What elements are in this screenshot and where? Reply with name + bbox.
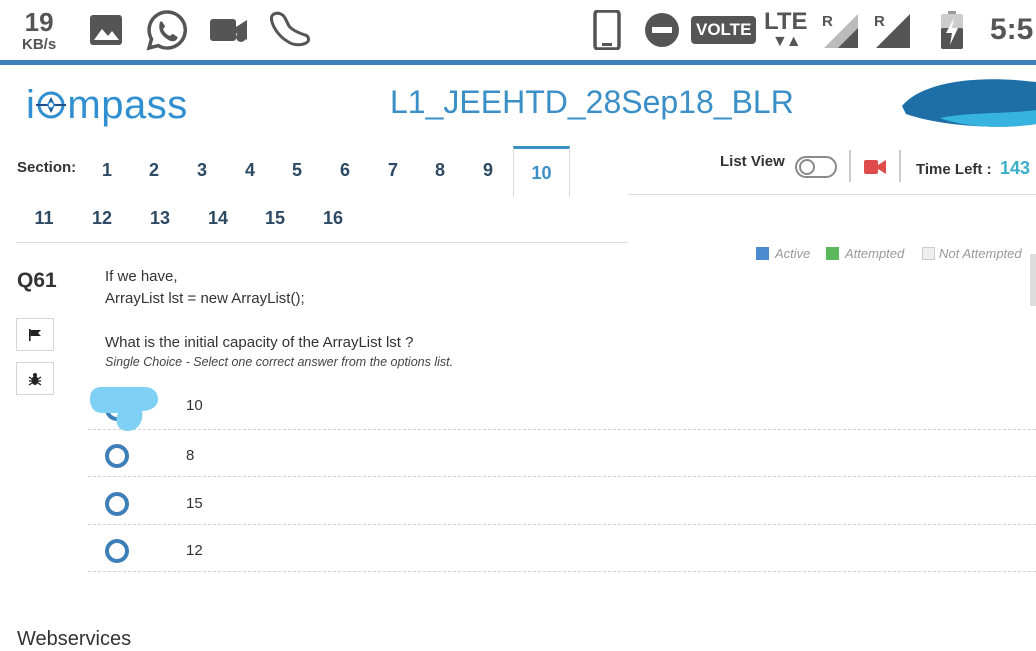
roaming-indicator-2: R: [874, 13, 885, 30]
image-icon: [89, 0, 123, 60]
legend-active-swatch: [756, 247, 769, 260]
section-tab-2[interactable]: 2: [143, 160, 165, 181]
option-radio-2[interactable]: [105, 444, 129, 468]
list-view-label: List View: [720, 153, 785, 170]
section-tab-13[interactable]: 13: [146, 208, 174, 229]
whatsapp-icon: [146, 0, 188, 60]
section-tab-11[interactable]: 11: [30, 208, 58, 229]
toolbar-separator: [849, 150, 851, 182]
time-left-label: Time Left :: [916, 161, 992, 178]
volte-text: VOLTE: [691, 16, 757, 44]
network-speed: 19 KB/s: [22, 0, 56, 60]
section-tab-8[interactable]: 8: [429, 160, 451, 181]
test-title: L1_JEEHTD_28Sep18_BLR: [390, 84, 794, 120]
clock: 5:5: [990, 13, 1034, 46]
shoe-icon: [268, 0, 312, 60]
legend-not-attempted-swatch: [922, 247, 935, 260]
lte-text: LTE: [764, 8, 808, 35]
option-text-1: 10: [186, 397, 203, 414]
legend-not-attempted-label: Not Attempted: [939, 246, 1022, 261]
section-tab-4[interactable]: 4: [239, 160, 261, 181]
option-radio-3[interactable]: [105, 492, 129, 516]
section-tabs-divider: [16, 242, 628, 243]
option-row-4[interactable]: 12: [88, 525, 1036, 572]
question-line-1: If we have,: [105, 268, 178, 285]
roaming-indicator-1: R: [822, 13, 833, 30]
section-tab-12[interactable]: 12: [88, 208, 116, 229]
toolbar-divider: [628, 194, 1036, 195]
status-bar: 19 KB/s VOLTE LTE ▼▲ R R 5:5: [0, 0, 1036, 60]
data-arrows-icon: ▼▲: [771, 33, 802, 50]
compass-icon: [36, 91, 67, 119]
time-left-value: 143: [1000, 158, 1031, 178]
redaction-mark: [88, 385, 160, 440]
legend-active-label: Active: [775, 246, 811, 261]
legend-attempted-swatch: [826, 247, 839, 260]
option-text-2: 8: [186, 447, 195, 464]
section-tab-3[interactable]: 3: [191, 160, 213, 181]
report-bug-button[interactable]: [16, 362, 54, 395]
question-line-2: ArrayList lst = new ArrayList();: [105, 290, 305, 307]
banner-logo: [900, 76, 1036, 135]
network-speed-unit: KB/s: [22, 35, 57, 53]
volte-badge: VOLTE: [691, 0, 757, 60]
section-tab-16[interactable]: 16: [319, 208, 347, 229]
question-line-3: What is the initial capacity of the Arra…: [105, 334, 414, 351]
video-camera-icon[interactable]: [864, 159, 886, 180]
flag-button[interactable]: [16, 318, 54, 351]
lte-indicator: LTE ▼▲: [764, 0, 808, 60]
network-speed-value: 19: [24, 6, 54, 37]
scrollbar[interactable]: [1030, 254, 1036, 306]
option-text-3: 15: [186, 495, 203, 512]
option-radio-4[interactable]: [105, 539, 129, 563]
option-row-2[interactable]: 8: [88, 430, 1036, 477]
bug-icon: [28, 372, 42, 385]
section-tab-6[interactable]: 6: [334, 160, 356, 181]
section-tab-7[interactable]: 7: [382, 160, 404, 181]
legend-attempted-label: Attempted: [845, 246, 905, 261]
section-tab-5[interactable]: 5: [286, 160, 308, 181]
signal-icon: R: [820, 0, 860, 60]
option-row-1[interactable]: 10: [88, 383, 1036, 430]
phone-icon: [593, 0, 621, 60]
section-label: Section:: [17, 159, 77, 176]
list-view-toggle[interactable]: [795, 156, 837, 178]
section-tab-9[interactable]: 9: [477, 160, 499, 181]
section-tab-1[interactable]: 1: [96, 160, 118, 181]
signal-icon-2: R: [872, 0, 912, 60]
legend-active: Active: [756, 246, 810, 261]
section-tab-14[interactable]: 14: [204, 208, 232, 229]
question-hint: Single Choice - Select one correct answe…: [105, 355, 454, 369]
toggle-knob: [799, 159, 815, 175]
battery-charging-icon: [940, 0, 964, 60]
question-number: Q61: [17, 269, 57, 292]
option-row-3[interactable]: 15: [88, 478, 1036, 525]
legend-attempted: Attempted: [826, 246, 904, 261]
flag-icon: [29, 328, 41, 341]
option-text-4: 12: [186, 542, 203, 559]
section-tab-10-active[interactable]: 10: [513, 146, 570, 197]
toolbar-separator-2: [899, 150, 901, 182]
video-call-icon: [209, 0, 249, 60]
icompass-logo: i mpass: [26, 80, 188, 130]
status-divider: [0, 60, 1036, 65]
section-tab-15[interactable]: 15: [261, 208, 289, 229]
legend-not-attempted: Not Attempted: [922, 246, 1022, 261]
logo-text-right: mpass: [67, 82, 188, 127]
do-not-disturb-icon: [644, 0, 680, 60]
